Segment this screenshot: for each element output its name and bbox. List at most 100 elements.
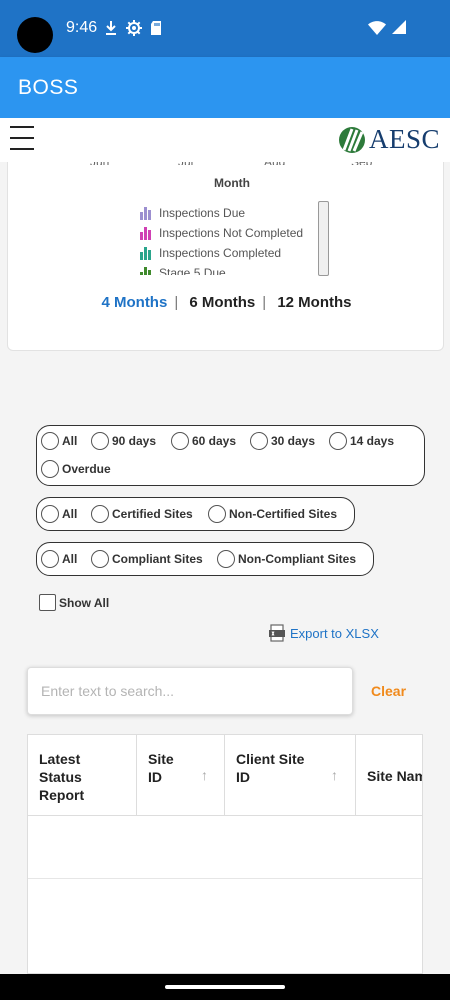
bar-chart-icon xyxy=(140,246,154,260)
radio-circle[interactable] xyxy=(41,505,59,523)
status-bar: 9:46 xyxy=(0,0,450,57)
radio-circle[interactable] xyxy=(91,505,109,523)
column-header-site-id[interactable]: Site ID ↑ xyxy=(137,735,225,816)
camera-cutout xyxy=(17,17,53,53)
radio-label: All xyxy=(62,552,78,566)
radio-circle[interactable] xyxy=(329,432,347,450)
radio-label: Non-Certified Sites xyxy=(229,507,338,521)
checkbox-box[interactable] xyxy=(39,594,56,611)
aesc-logo: AESC xyxy=(338,124,440,155)
sites-table: Latest Status Report Site ID ↑ Client Si… xyxy=(27,734,423,974)
radio-circle[interactable] xyxy=(41,550,59,568)
radio-compliance-all[interactable]: All xyxy=(41,550,77,568)
radio-non-compliant-sites[interactable]: Non-Compliant Sites xyxy=(217,550,356,568)
bar-chart-icon xyxy=(140,206,154,220)
gesture-bar xyxy=(0,974,450,1000)
checkbox-label: Show All xyxy=(59,595,110,610)
logo-text: AESC xyxy=(368,124,440,154)
radio-due-all[interactable]: All xyxy=(41,432,77,450)
cell-signal-icon xyxy=(392,20,406,34)
search-box xyxy=(27,667,353,715)
range-separator: | xyxy=(262,294,267,311)
bar-chart-icon xyxy=(140,226,154,240)
export-xlsx-link[interactable]: Export to XLSX xyxy=(268,624,379,642)
sort-arrow-icon[interactable]: ↑ xyxy=(331,767,338,783)
column-header-latest-status-report[interactable]: Latest Status Report xyxy=(28,735,137,816)
legend-item[interactable]: Inspections Completed xyxy=(140,243,330,263)
legend-scrollbar[interactable] xyxy=(318,201,329,276)
radio-circle[interactable] xyxy=(217,550,235,568)
radio-label: Compliant Sites xyxy=(112,552,203,566)
range-selector: 4 Months | 6 Months | 12 Months xyxy=(8,294,445,311)
chart-legend: Inspections Due Inspections Not Complete… xyxy=(140,203,330,275)
radio-circle[interactable] xyxy=(41,460,59,478)
radio-circle[interactable] xyxy=(208,505,226,523)
compliance-filter-group: All Compliant Sites Non-Compliant Sites xyxy=(36,542,374,576)
radio-14-days[interactable]: 14 days xyxy=(329,432,394,450)
radio-label: 60 days xyxy=(192,434,237,448)
legend-item[interactable]: Inspections Due xyxy=(140,203,330,223)
radio-label: All xyxy=(62,507,78,521)
radio-circle[interactable] xyxy=(41,432,59,450)
radio-compliant-sites[interactable]: Compliant Sites xyxy=(91,550,203,568)
column-label: Site ID xyxy=(148,751,174,785)
column-header-site-name[interactable]: Site Name xyxy=(356,735,422,816)
range-4-months[interactable]: 4 Months xyxy=(95,294,173,311)
radio-label: Non-Compliant Sites xyxy=(238,552,357,566)
table-header: Latest Status Report Site ID ↑ Client Si… xyxy=(28,735,422,816)
radio-60-days[interactable]: 60 days xyxy=(171,432,236,450)
radio-circle[interactable] xyxy=(250,432,268,450)
radio-non-certified-sites[interactable]: Non-Certified Sites xyxy=(208,505,337,523)
app-bar: BOSS xyxy=(0,57,450,118)
range-6-months[interactable]: 6 Months xyxy=(183,294,261,311)
sort-arrow-icon[interactable]: ↑ xyxy=(201,767,208,783)
clear-button[interactable]: Clear xyxy=(371,683,406,699)
column-header-client-site-id[interactable]: Client Site ID ↑ xyxy=(225,735,356,816)
status-time: 9:46 xyxy=(66,19,98,36)
radio-30-days[interactable]: 30 days xyxy=(250,432,315,450)
radio-label: Certified Sites xyxy=(112,507,193,521)
xlsx-file-icon xyxy=(269,624,285,642)
status-icons-left xyxy=(104,20,162,36)
menu-icon[interactable] xyxy=(10,126,34,152)
home-gesture-handle[interactable] xyxy=(165,985,285,989)
legend-label: Inspections Not Completed xyxy=(159,226,304,240)
show-all-checkbox[interactable]: Show All xyxy=(39,594,109,611)
bar-chart-icon xyxy=(140,266,154,275)
sd-card-icon xyxy=(151,21,161,35)
radio-label: 30 days xyxy=(271,434,316,448)
export-label: Export to XLSX xyxy=(290,625,379,641)
column-label: Latest Status Report xyxy=(39,751,85,803)
range-12-months[interactable]: 12 Months xyxy=(271,294,357,311)
radio-cert-all[interactable]: All xyxy=(41,505,77,523)
column-label: Site Name xyxy=(367,768,422,784)
chart-card: Jun Jul Aug Sep Month Inspections Due In… xyxy=(7,140,444,351)
status-icons-right xyxy=(368,20,406,35)
radio-label: 14 days xyxy=(350,434,395,448)
legend-label: Inspections Due xyxy=(159,206,246,220)
search-input[interactable] xyxy=(28,668,352,714)
radio-certified-sites[interactable]: Certified Sites xyxy=(91,505,193,523)
radio-overdue[interactable]: Overdue xyxy=(41,460,111,478)
radio-circle[interactable] xyxy=(91,550,109,568)
radio-label: All xyxy=(62,434,78,448)
logo-mark-icon xyxy=(338,126,365,153)
range-separator: | xyxy=(174,294,179,311)
download-icon xyxy=(106,21,116,35)
settings-icon xyxy=(126,20,142,36)
x-axis-title: Month xyxy=(214,176,250,190)
legend-label: Inspections Completed xyxy=(159,246,282,260)
wifi-icon xyxy=(368,21,386,35)
nav-bar: AESC xyxy=(0,118,450,162)
legend-item[interactable]: Inspections Not Completed xyxy=(140,223,330,243)
radio-90-days[interactable]: 90 days xyxy=(91,432,156,450)
certification-filter-group: All Certified Sites Non-Certified Sites xyxy=(36,497,355,531)
app-title: BOSS xyxy=(18,76,79,99)
radio-circle[interactable] xyxy=(91,432,109,450)
legend-item[interactable]: Stage 5 Due xyxy=(140,263,330,275)
legend-label: Stage 5 Due xyxy=(159,266,226,275)
due-filter-group: All 90 days 60 days 30 days 14 days Over… xyxy=(36,425,425,486)
radio-circle[interactable] xyxy=(171,432,189,450)
row-divider xyxy=(28,878,422,879)
radio-label: Overdue xyxy=(62,462,111,476)
